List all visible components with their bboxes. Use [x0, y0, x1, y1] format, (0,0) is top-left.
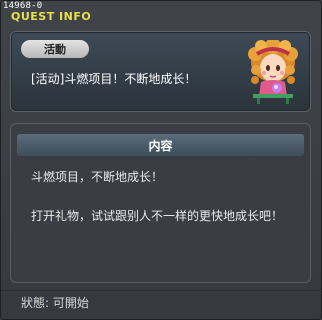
window-title: QUEST INFO [11, 10, 92, 23]
quest-name: [活动]斗燃项目！不断地成长！ [31, 72, 197, 86]
content-header: 内容 [17, 134, 304, 156]
quest-summary-panel: 活動 [活动]斗燃项目！不断地成长！ [10, 31, 311, 112]
content-line: 斗燃项目，不断地成长！ [31, 170, 164, 184]
category-badge: 活動 [21, 40, 89, 58]
divider [1, 290, 322, 291]
npc-portrait-icon [243, 38, 303, 104]
content-panel: 内容 斗燃项目，不断地成长！ 打开礼物，试试跟别人不一样的更快地成长吧！ [10, 123, 311, 283]
quest-info-window: 14968-0 QUEST INFO 活動 [活动]斗燃项目！不断地成长！ 内容… [0, 0, 322, 320]
quest-status: 狀態: 可開始 [21, 296, 89, 310]
content-line: 打开礼物，试试跟别人不一样的更快地成长吧！ [31, 209, 284, 223]
